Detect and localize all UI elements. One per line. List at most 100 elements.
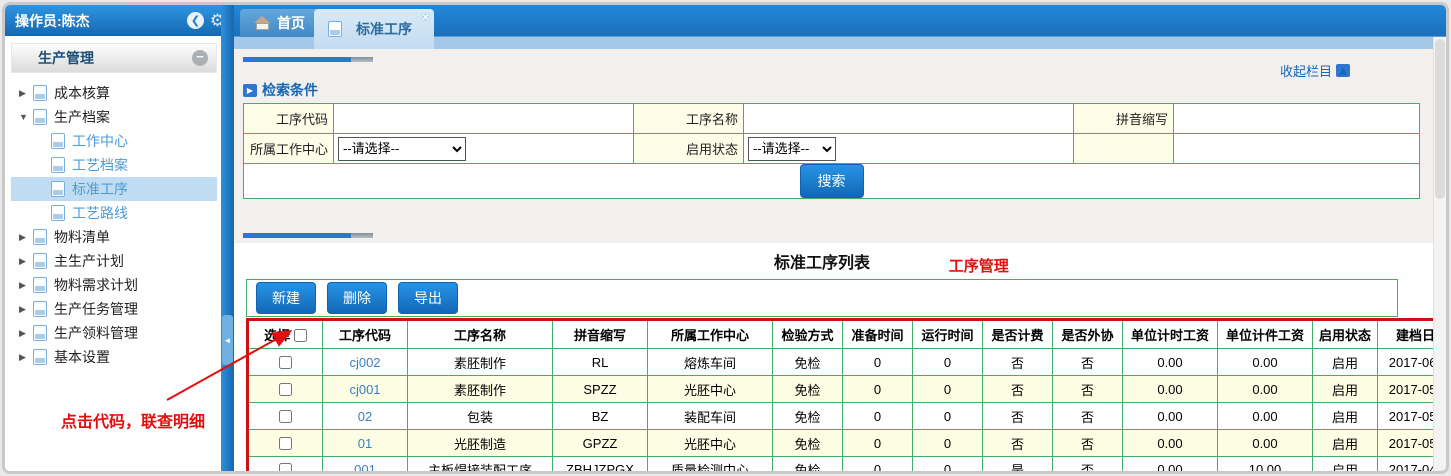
- row-checkbox[interactable]: [279, 436, 292, 450]
- toolbar-button-新建[interactable]: 新建: [256, 282, 316, 314]
- process-code-link[interactable]: cj001: [322, 375, 408, 403]
- sidebar-item-主生产计划[interactable]: ▶ 主生产计划: [11, 249, 217, 273]
- column-header: 单位计件工资: [1217, 319, 1313, 349]
- document-icon: [33, 301, 47, 317]
- sidebar-item-生产领料管理[interactable]: ▶ 生产领料管理: [11, 321, 217, 345]
- sidebar-item-工艺路线[interactable]: 工艺路线: [11, 201, 217, 225]
- table-cell: 0: [842, 456, 913, 471]
- row-checkbox[interactable]: [279, 382, 292, 396]
- table-cell: 0.00: [1122, 402, 1218, 430]
- column-header: 运行时间: [912, 319, 983, 349]
- collapse-up-icon[interactable]: ▲: [1336, 64, 1350, 77]
- arrow-right-icon[interactable]: ▶: [243, 83, 257, 97]
- table-cell: 免检: [772, 402, 843, 430]
- caret-right-icon[interactable]: ▶: [19, 328, 33, 339]
- table-cell: 0.00: [1217, 375, 1313, 403]
- close-icon[interactable]: ×: [422, 10, 429, 24]
- caret-right-icon[interactable]: ▶: [19, 256, 33, 267]
- table-cell: SPZZ: [552, 375, 648, 403]
- table-row: cj001 素胚制作 SPZZ 光胚中心 免检 0 0 否否 0.00 0.00 启用 2017-05…: [247, 375, 1446, 403]
- table-cell: 0: [842, 375, 913, 403]
- sidebar-item-基本设置[interactable]: ▶ 基本设置: [11, 345, 217, 369]
- search-button[interactable]: 搜索: [799, 164, 864, 198]
- table-cell: 0.00: [1122, 429, 1218, 457]
- column-header: 是否外协: [1052, 319, 1123, 349]
- sidebar-item-物料清单[interactable]: ▶ 物料清单: [11, 225, 217, 249]
- table-cell: 启用: [1312, 375, 1378, 403]
- sidebar-item-label: 工艺路线: [72, 205, 128, 221]
- table-cell: 熔炼车间: [647, 348, 773, 376]
- sidebar-splitter[interactable]: ◄: [221, 5, 234, 471]
- caret-right-icon[interactable]: ▶: [19, 304, 33, 315]
- document-icon: [33, 85, 47, 101]
- table-cell: 0: [912, 375, 983, 403]
- toolbar-button-删除[interactable]: 删除: [327, 282, 387, 314]
- workcenter-select[interactable]: --请选择--: [338, 136, 466, 161]
- sidebar-item-label: 标准工序: [72, 181, 128, 197]
- scrollbar-thumb[interactable]: [1435, 39, 1445, 199]
- table-cell: 否: [982, 429, 1053, 457]
- row-select-cell: [247, 429, 323, 457]
- sidebar-item-label: 工艺档案: [72, 157, 128, 173]
- process-name-input[interactable]: [746, 105, 1071, 132]
- panel-title: 生产管理: [38, 50, 94, 66]
- operator-label: 操作员:陈杰: [15, 12, 90, 29]
- table-header-row: 选择 工序代码 工序名称 拼音缩写 所属工作中心 检验方式 准备时间 运行时间 是否计费 是否外…: [247, 319, 1446, 349]
- table-row: 01光胚制造GPZZ光胚中心免检00否否0.000.00启用2017-05-10: [247, 429, 1446, 457]
- process-code-input[interactable]: [336, 105, 631, 132]
- table-cell: 0.00: [1122, 456, 1218, 471]
- table-cell: 启用: [1312, 402, 1378, 430]
- process-code-link[interactable]: 01: [322, 429, 408, 457]
- table-cell: 否: [1052, 375, 1123, 403]
- row-checkbox[interactable]: [279, 409, 292, 423]
- sidebar-item-成本核算[interactable]: ▶ 成本核算: [11, 81, 217, 105]
- caret-right-icon[interactable]: ▶: [19, 280, 33, 291]
- document-icon: [33, 325, 47, 341]
- row-checkbox[interactable]: [279, 463, 292, 471]
- table-cell: BZ: [552, 402, 648, 430]
- collapse-panel-icon[interactable]: −: [192, 50, 208, 66]
- sidebar-item-工作中心[interactable]: 工作中心: [11, 129, 217, 153]
- collapse-columns-label: 收起栏目: [1279, 64, 1332, 79]
- table-cell: ZBHJZPGX: [552, 456, 648, 471]
- app-window: 操作员:陈杰 ❮ ⚙ 生产管理 − ▶ 成本核算 ▼ 生产档案 工作中心 工艺档案 标准工序…: [2, 2, 1449, 474]
- document-icon: [328, 21, 342, 37]
- collapse-columns-link[interactable]: 收起栏目 ▲: [1280, 61, 1350, 80]
- row-checkbox[interactable]: [279, 355, 292, 369]
- pinyin-input[interactable]: [1176, 105, 1417, 132]
- table-cell: 否: [1052, 429, 1123, 457]
- table-row: 02包装BZ装配车间免检00否否0.000.00启用2017-05-10: [247, 402, 1446, 430]
- process-code-link[interactable]: 001: [322, 456, 408, 471]
- column-header: 启用状态: [1312, 319, 1378, 349]
- page-content: 收起栏目 ▲ ▶ 检索条件 工序代码 工序名称 拼音缩写 所属工作中心 --请选…: [234, 49, 1446, 471]
- sidebar-item-标准工序[interactable]: 标准工序: [11, 177, 217, 201]
- select-all-checkbox[interactable]: [293, 329, 307, 342]
- row-select-cell: [247, 348, 323, 376]
- caret-right-icon[interactable]: ▶: [19, 352, 33, 363]
- sidebar-item-label: 基本设置: [54, 349, 110, 365]
- tab-home-label: 首页: [277, 15, 305, 31]
- toolbar-button-导出[interactable]: 导出: [398, 282, 458, 314]
- table-cell: 0.00: [1122, 348, 1218, 376]
- row-select-cell: [247, 456, 323, 471]
- vertical-scrollbar[interactable]: [1433, 37, 1446, 471]
- sidebar-item-生产档案[interactable]: ▼ 生产档案: [11, 105, 217, 129]
- tab-home[interactable]: 首页: [240, 9, 319, 37]
- caret-right-icon[interactable]: ▶: [19, 88, 33, 99]
- document-icon: [33, 229, 47, 245]
- process-code-link[interactable]: cj002: [322, 348, 408, 376]
- sidebar-item-label: 物料清单: [54, 229, 110, 245]
- back-icon[interactable]: ❮: [187, 12, 204, 29]
- table-cell: 否: [982, 348, 1053, 376]
- process-code-link[interactable]: 02: [322, 402, 408, 430]
- sidebar-item-生产任务管理[interactable]: ▶ 生产任务管理: [11, 297, 217, 321]
- status-select[interactable]: --请选择--: [748, 136, 836, 161]
- sidebar-item-工艺档案[interactable]: 工艺档案: [11, 153, 217, 177]
- sidebar-panel-header[interactable]: 生产管理 −: [11, 43, 217, 73]
- caret-right-icon[interactable]: ▶: [19, 232, 33, 243]
- tab-standard-process[interactable]: 标准工序 ×: [314, 9, 434, 49]
- splitter-collapse-icon[interactable]: ◄: [222, 315, 233, 365]
- caret-down-icon[interactable]: ▼: [19, 112, 33, 122]
- sidebar-item-物料需求计划[interactable]: ▶ 物料需求计划: [11, 273, 217, 297]
- table-cell: 否: [982, 375, 1053, 403]
